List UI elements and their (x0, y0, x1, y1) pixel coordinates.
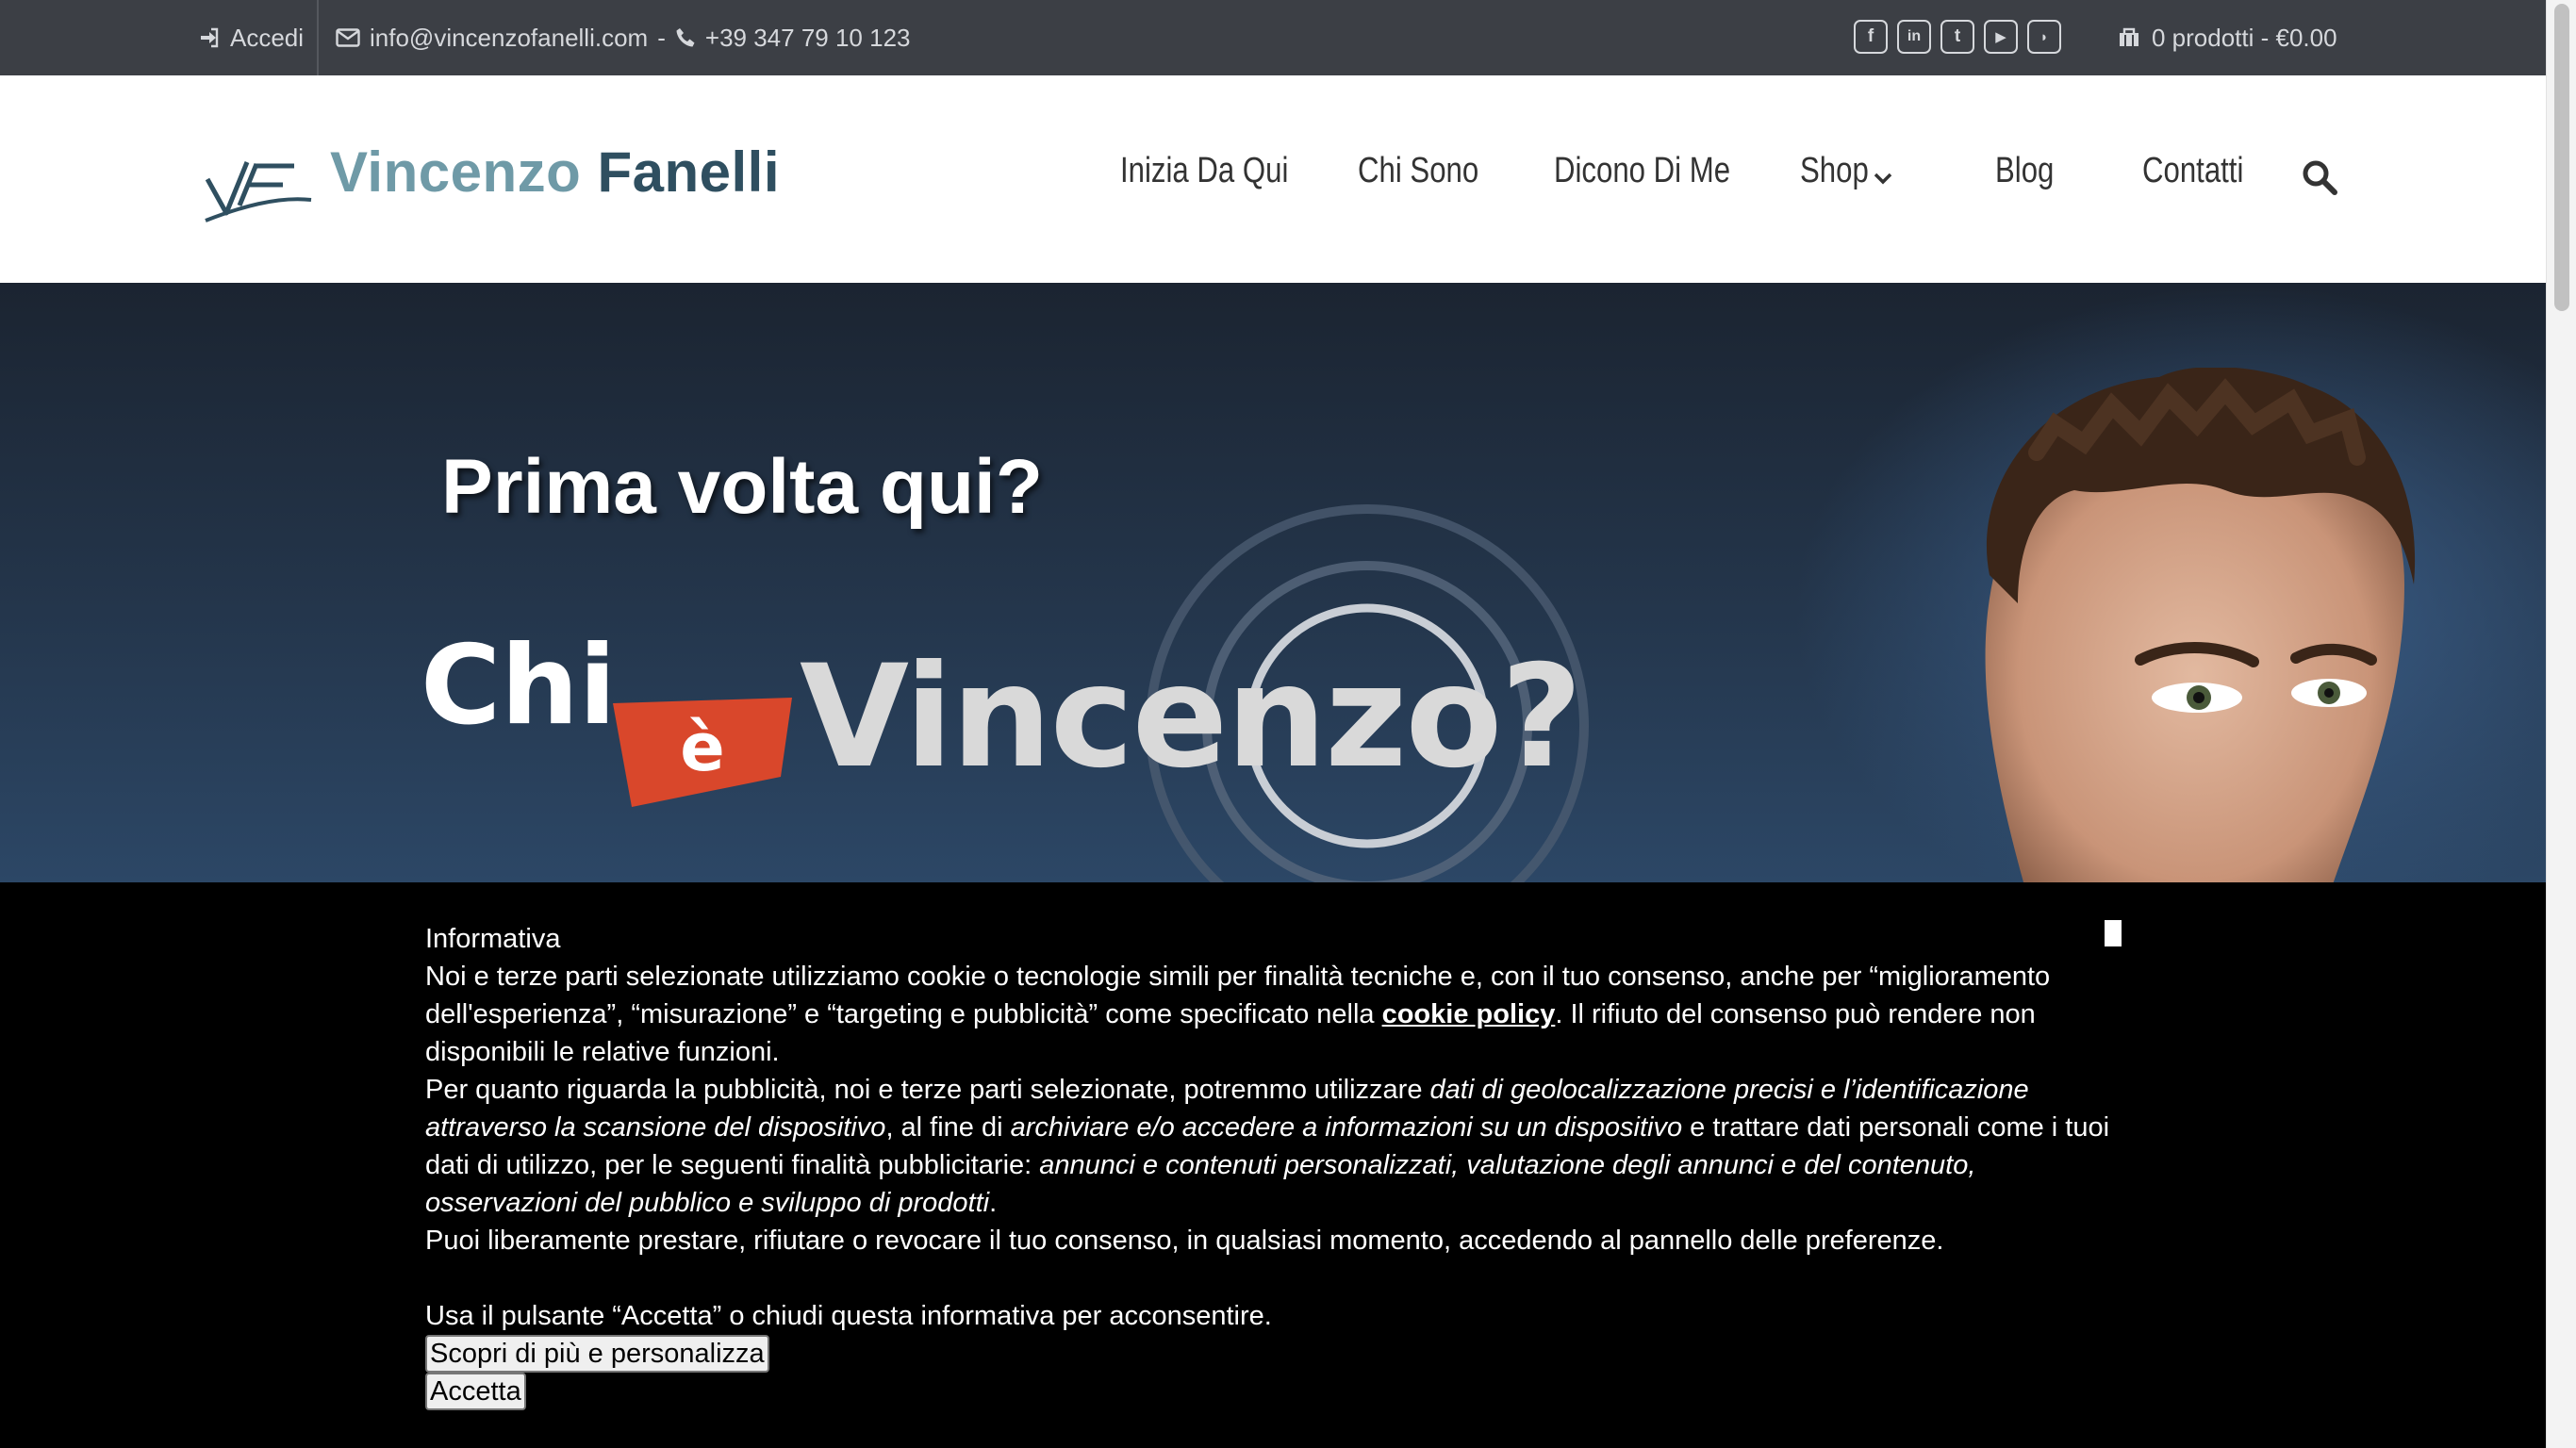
brand-last-name: Fanelli (597, 140, 781, 204)
nav-contatti[interactable]: Contatti (2142, 151, 2243, 191)
cookie-accept-row: Accetta (425, 1373, 2122, 1410)
vf-logo-icon[interactable] (202, 140, 315, 224)
sign-in-icon (201, 27, 219, 48)
hero-e-text: è (680, 709, 725, 786)
scrollbar[interactable] (2546, 0, 2576, 1448)
cart-label: 0 prodotti - €0.00 (2152, 23, 2337, 52)
nav-blog[interactable]: Blog (1995, 151, 2054, 191)
contact-separator: - (657, 23, 666, 52)
accept-button[interactable]: Accetta (425, 1373, 526, 1410)
nav-dicono-di-me[interactable]: Dicono Di Me (1554, 151, 1730, 191)
phone-number[interactable]: +39 347 79 10 123 (705, 24, 911, 53)
cookie-paragraph-3: Puoi liberamente prestare, rifiutare o r… (425, 1226, 1944, 1256)
cookie-paragraph-4: Usa il pulsante “Accetta” o chiudi quest… (425, 1301, 1272, 1331)
social-links: f in t ▶ ◗ (1854, 20, 2061, 54)
cookie-content: Informativa Noi e terze parti selezionat… (425, 920, 2122, 1410)
brand-first-name: Vincenzo (330, 140, 582, 204)
linkedin-icon[interactable]: in (1897, 20, 1931, 54)
cookie-paragraph-2: Per quanto riguarda la pubblicità, noi e… (425, 1071, 2122, 1222)
cookie-spacer (425, 1259, 2122, 1297)
email-link[interactable]: info@vincenzofanelli.com (370, 24, 648, 53)
cookie-p2-g: . (989, 1188, 998, 1218)
brand-name[interactable]: Vincenzo Fanelli (330, 140, 780, 205)
cookie-p2-d: archiviare e/o accedere a informazioni s… (1010, 1112, 1683, 1143)
twitter-icon[interactable]: t (1940, 20, 1974, 54)
nav-shop[interactable]: Shop (1800, 151, 1869, 191)
phone-icon (676, 28, 695, 47)
cookie-banner: Informativa Noi e terze parti selezionat… (0, 882, 2546, 1448)
cart-icon (2120, 27, 2138, 46)
cart-summary[interactable]: 0 prodotti - €0.00 (2118, 0, 2337, 75)
envelope-icon (336, 28, 360, 47)
cookie-more-row: Scopri di più e personalizza (425, 1335, 2122, 1373)
facebook-icon[interactable]: f (1854, 20, 1888, 54)
cookie-p2-a: Per quanto riguarda la pubblicità, noi e… (425, 1075, 1430, 1105)
hero-vincenzo-text: Vincenzo? (800, 635, 1582, 799)
search-icon[interactable] (2301, 158, 2338, 196)
cookie-paragraph-1: Noi e terze parti selezionate utilizziam… (425, 958, 2122, 1071)
portrait-image (1985, 368, 2416, 882)
customize-button[interactable]: Scopri di più e personalizza (425, 1335, 769, 1373)
top-bar: Accedi info@vincenzofanelli.com - +39 34… (0, 0, 2546, 75)
nav-inizia-da-qui[interactable]: Inizia Da Qui (1120, 151, 1288, 191)
scrollbar-thumb[interactable] (2554, 4, 2569, 311)
rss-icon[interactable]: ◗ (2027, 20, 2061, 54)
nav-chi-sono[interactable]: Chi Sono (1358, 151, 1478, 191)
login-link[interactable]: Accedi (198, 0, 304, 75)
cookie-heading: Informativa (425, 924, 561, 954)
hero-chi-text: Chi (421, 622, 617, 749)
hero-title: Prima volta qui? (441, 444, 1043, 530)
cookie-p2-c: , al fine di (885, 1112, 1011, 1143)
chevron-down-icon[interactable] (1871, 166, 1895, 190)
cookie-policy-link[interactable]: cookie policy (1382, 999, 1556, 1029)
contact-info: info@vincenzofanelli.com - +39 347 79 10… (336, 0, 911, 75)
topbar-divider (317, 0, 319, 75)
login-label: Accedi (230, 23, 305, 52)
hero-banner: Prima volta qui? Chi è Vincenzo? (0, 283, 2546, 882)
youtube-icon[interactable]: ▶ (1984, 20, 2018, 54)
